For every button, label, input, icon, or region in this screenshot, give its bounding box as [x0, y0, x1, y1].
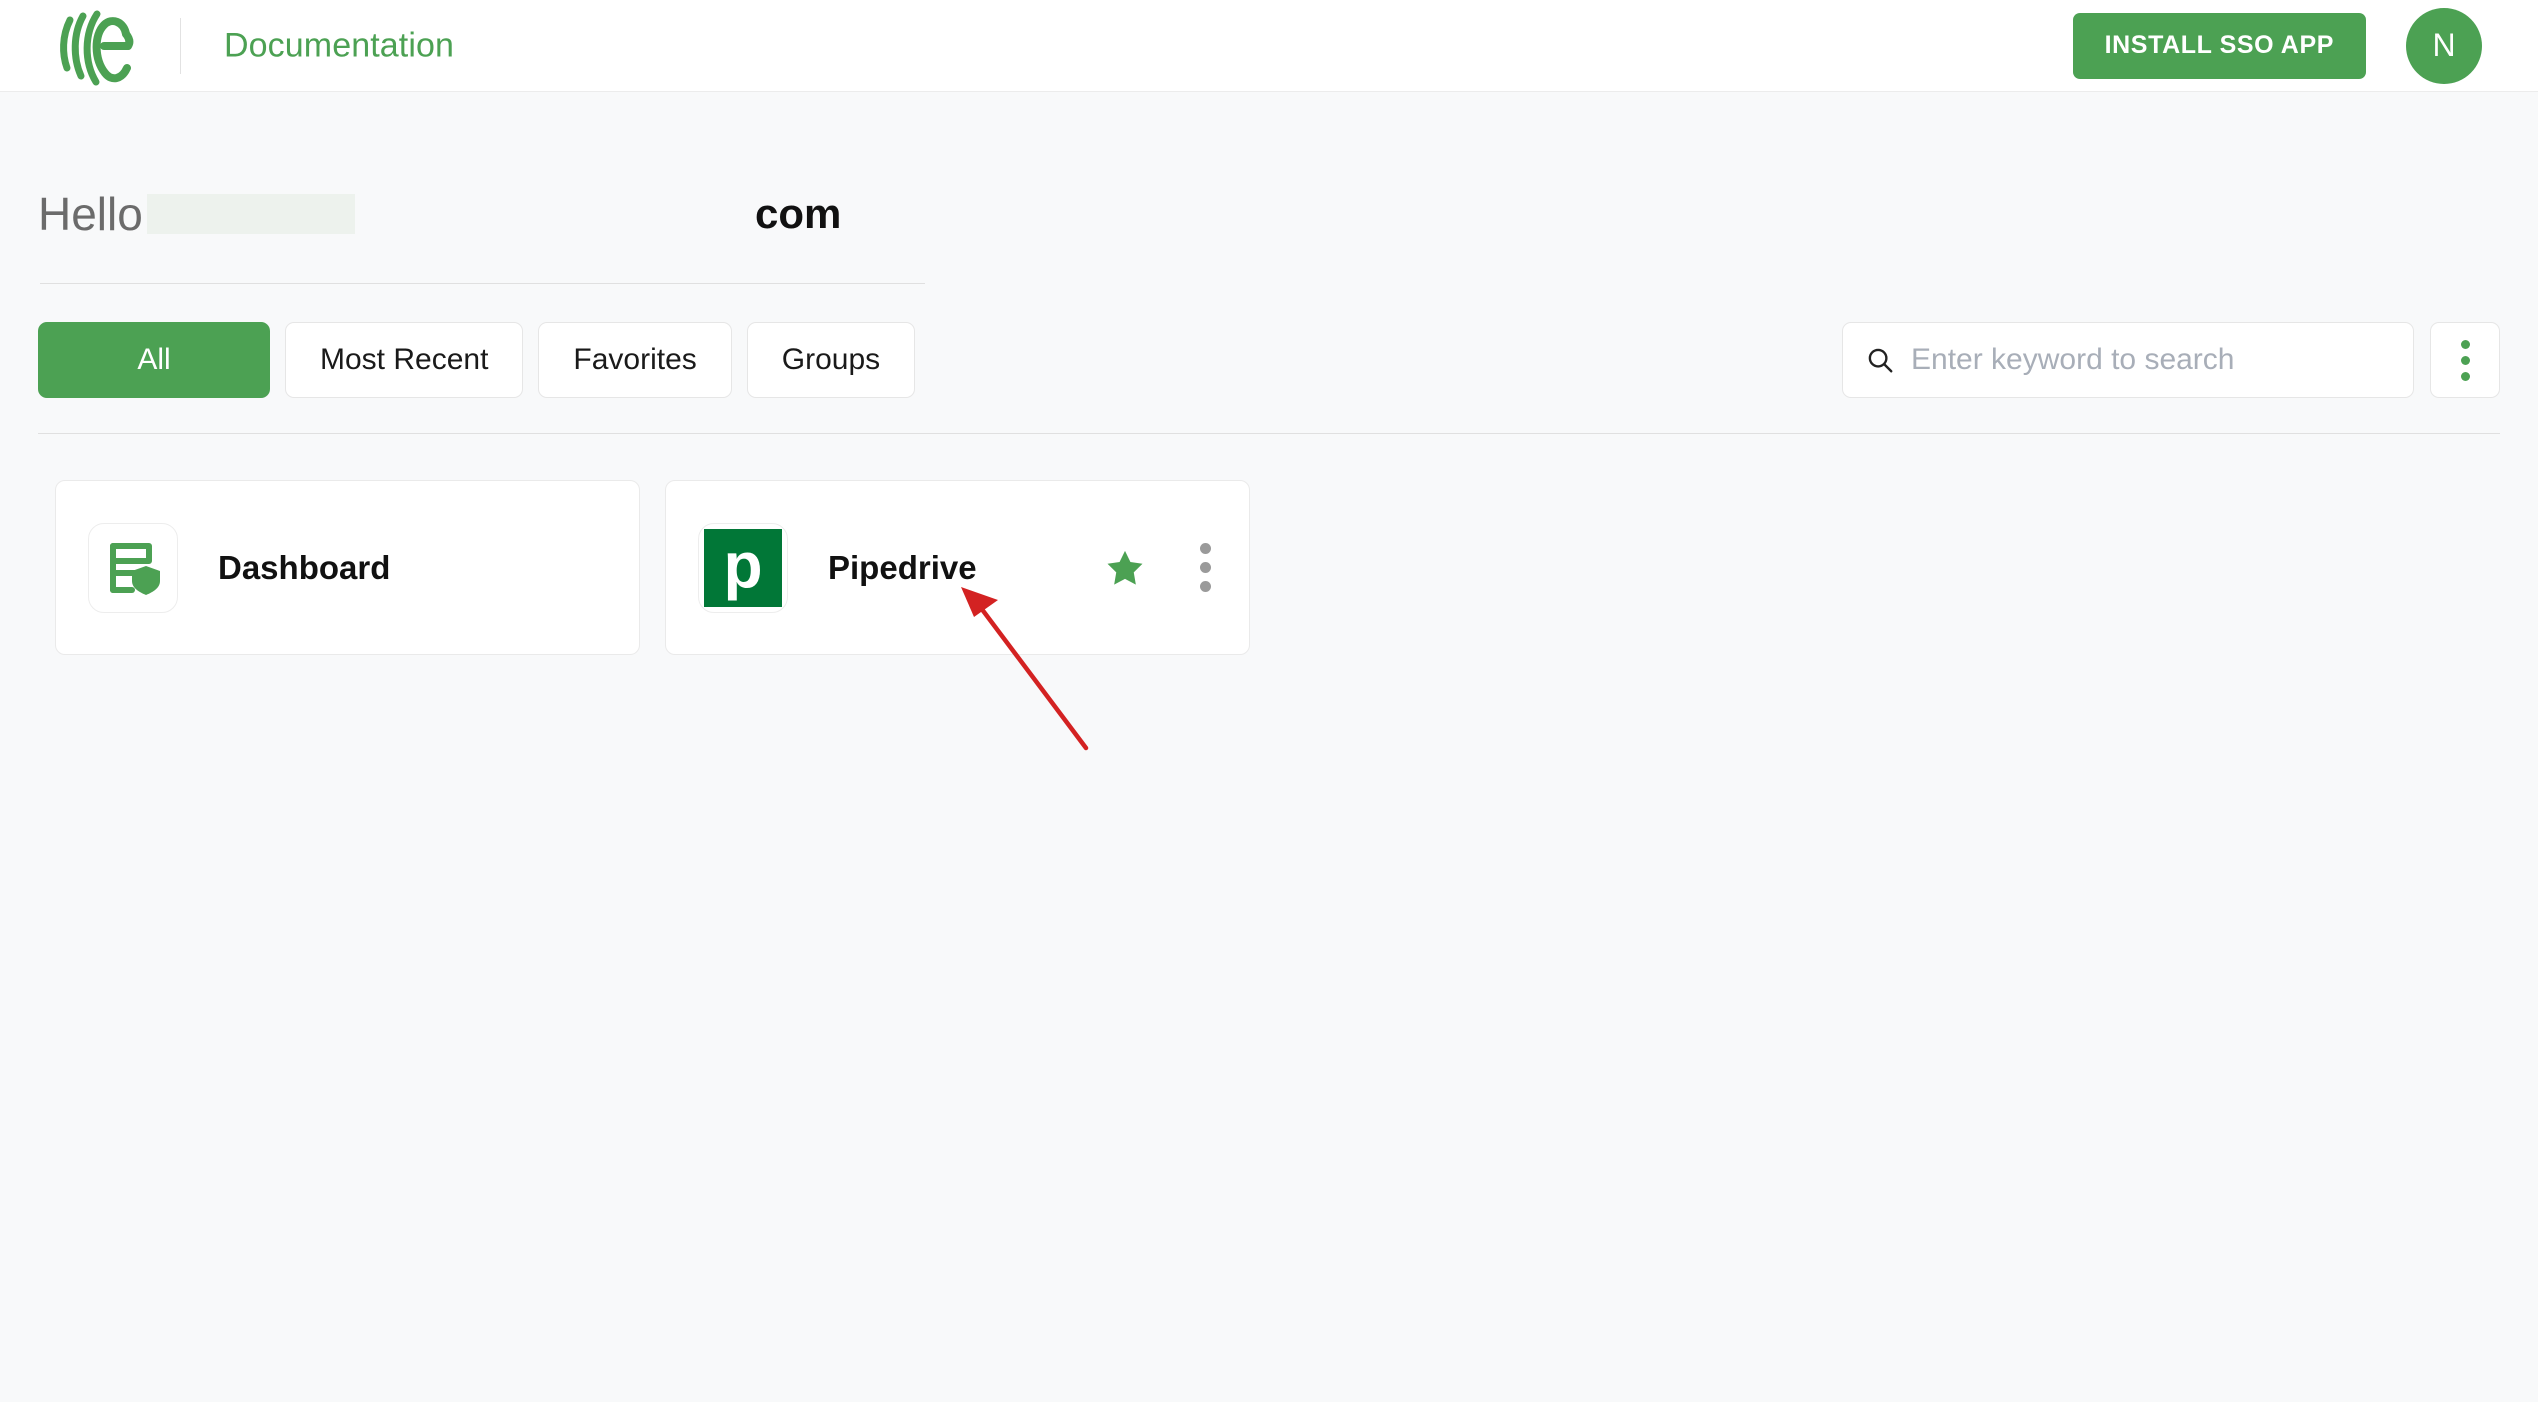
app-header: Documentation INSTALL SSO APP N [0, 0, 2538, 92]
install-sso-app-button[interactable]: INSTALL SSO APP [2072, 12, 2366, 79]
filter-tabs: All Most Recent Favorites Groups [38, 322, 916, 398]
search-icon [1868, 348, 1893, 373]
pipedrive-icon: p [704, 528, 782, 607]
vertical-dots-icon [1200, 543, 1211, 554]
greeting-divider [40, 283, 925, 284]
vertical-dots-icon [1200, 562, 1211, 573]
greeting: Hello [38, 185, 355, 243]
header-divider [180, 18, 181, 74]
avatar[interactable]: N [2406, 7, 2482, 84]
app-card-menu-button[interactable] [1194, 537, 1217, 598]
page-title: Documentation [224, 26, 454, 64]
miniorange-logo-icon[interactable] [50, 6, 142, 88]
vertical-dots-icon [2460, 371, 2470, 381]
search-options-button[interactable] [2430, 322, 2500, 398]
app-card-pipedrive[interactable]: p Pipedrive [665, 480, 1250, 655]
tab-favorites[interactable]: Favorites [538, 322, 732, 398]
pipedrive-icon-letter: p [723, 528, 763, 601]
app-card-actions [1104, 537, 1217, 598]
search-input[interactable] [1911, 343, 2391, 377]
tab-all[interactable]: All [38, 322, 270, 398]
dashboard-shield-icon [110, 542, 160, 595]
greeting-redacted-name [146, 194, 355, 234]
search-box[interactable] [1842, 322, 2414, 398]
star-filled-icon[interactable] [1104, 547, 1146, 589]
vertical-dots-icon [2460, 339, 2470, 349]
greeting-hello-label: Hello [38, 188, 143, 240]
tab-groups[interactable]: Groups [746, 322, 916, 398]
app-icon-tile [88, 522, 178, 613]
search-area [1842, 322, 2500, 398]
app-card-name: Dashboard [218, 548, 391, 586]
greeting-domain-suffix: com [755, 190, 842, 237]
app-grid: Dashboard p Pipedrive [55, 480, 1250, 655]
app-card-name: Pipedrive [828, 548, 977, 586]
app-card-dashboard[interactable]: Dashboard [55, 480, 640, 655]
vertical-dots-icon [1200, 581, 1211, 592]
vertical-dots-icon [2460, 355, 2470, 365]
tab-most-recent[interactable]: Most Recent [285, 322, 524, 398]
app-icon-tile: p [698, 522, 788, 613]
tabs-divider [38, 433, 2500, 434]
